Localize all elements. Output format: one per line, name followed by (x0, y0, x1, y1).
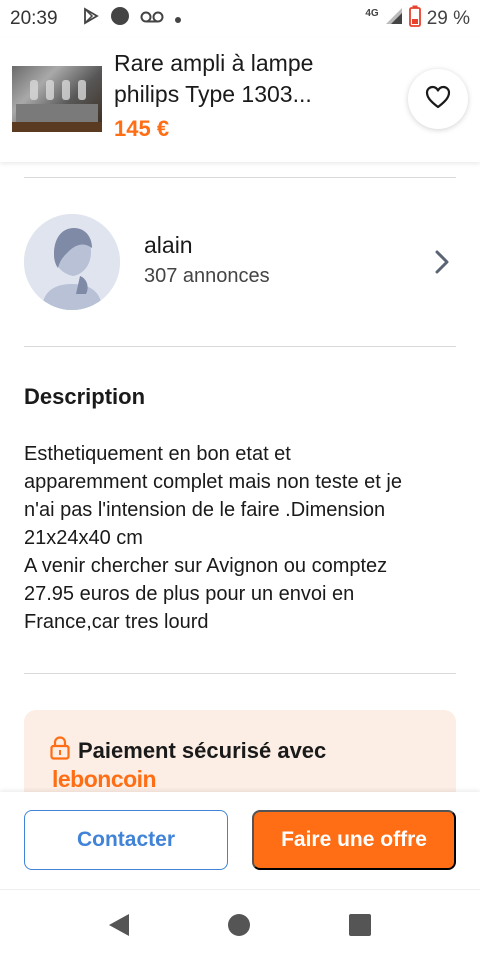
leboncoin-logo: leboncoin (52, 766, 157, 792)
description-line: n'ai pas l'intension de le faire .Dimens… (24, 499, 386, 521)
status-right: 4G 29 % (365, 5, 470, 33)
heart-outline-icon (425, 85, 451, 114)
system-nav-bar (0, 889, 480, 960)
chevron-right-icon[interactable] (430, 248, 454, 276)
signal-icon (385, 7, 403, 31)
status-bar: 20:39 4G 29 % (0, 0, 480, 38)
divider (24, 346, 456, 347)
description-line: Esthetiquement en bon etat et (24, 443, 291, 465)
play-store-icon (82, 7, 100, 31)
listing-title: Rare ampli à lampe philips Type 1303... (114, 48, 394, 110)
action-bar: Contacter Faire une offre (0, 792, 480, 889)
description-line: apparemment complet mais non teste et je (24, 471, 402, 493)
description-line: France,car tres lourd (24, 611, 209, 633)
default-user-icon (24, 214, 120, 310)
description-line: 27.95 euros de plus pour un envoi en (24, 583, 355, 605)
seller-listings-count: 307 annonces (144, 265, 270, 287)
listing-price: 145 € (114, 116, 170, 141)
description-text: Esthetiquement en bon etat et apparemmen… (24, 440, 460, 636)
secure-payment-row: Paiement sécurisé avec (50, 736, 326, 765)
listing-title-line: Rare ampli à lampe (114, 50, 314, 76)
description-title: Description (24, 384, 146, 409)
status-time: 20:39 (10, 8, 58, 29)
listing-thumbnail[interactable] (12, 66, 102, 132)
listing-title-line: philips Type 1303... (114, 81, 312, 107)
status-left: 20:39 (10, 6, 182, 32)
thumbnail-detail (30, 80, 38, 100)
seller-name[interactable]: alain (144, 232, 193, 259)
thumbnail-detail (46, 80, 54, 100)
circle-notification-icon (110, 6, 130, 32)
listing-header: Rare ampli à lampe philips Type 1303... … (0, 38, 480, 162)
description-line: 21x24x40 cm (24, 527, 143, 549)
make-offer-button[interactable]: Faire une offre (252, 810, 456, 870)
secure-payment-text: Paiement sécurisé avec (78, 737, 327, 763)
description-line: A venir chercher sur Avignon ou comptez (24, 555, 388, 577)
home-circle-icon[interactable] (226, 912, 252, 938)
battery-low-icon (408, 5, 421, 33)
back-triangle-icon[interactable] (106, 912, 132, 938)
divider (24, 177, 456, 178)
favorite-button[interactable] (408, 69, 468, 129)
divider (24, 673, 456, 674)
battery-percent: 29 % (426, 8, 470, 29)
avatar[interactable] (24, 214, 120, 310)
thumbnail-detail (16, 104, 98, 122)
thumbnail-detail (62, 80, 70, 100)
contact-button[interactable]: Contacter (24, 810, 228, 870)
lock-icon (50, 736, 70, 765)
dot-icon (174, 8, 182, 30)
recents-square-icon[interactable] (347, 912, 373, 938)
thumbnail-detail (12, 122, 102, 132)
thumbnail-detail (78, 80, 86, 100)
network-type: 4G (365, 7, 379, 19)
voicemail-icon (140, 8, 164, 30)
